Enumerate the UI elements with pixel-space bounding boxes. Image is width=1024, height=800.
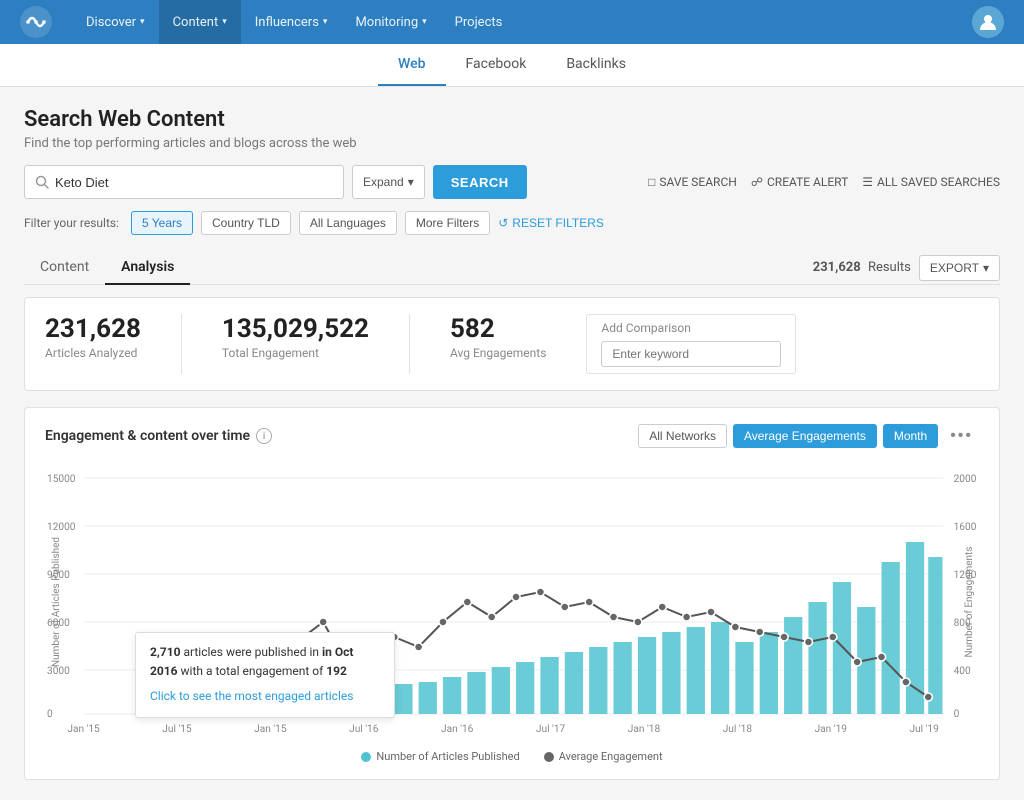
top-nav: Discover ▾ Content ▾ Influencers ▾ Monit… bbox=[0, 0, 1024, 44]
filter-more-filters[interactable]: More Filters bbox=[405, 211, 490, 235]
refresh-icon: ↺ bbox=[498, 216, 508, 230]
svg-text:12000: 12000 bbox=[47, 522, 76, 533]
svg-text:1600: 1600 bbox=[954, 522, 977, 533]
svg-text:Jul '15: Jul '15 bbox=[162, 724, 192, 735]
chart-title: Engagement & content over time i bbox=[45, 428, 272, 444]
stats-card: 231,628 Articles Analyzed 135,029,522 To… bbox=[24, 297, 1000, 391]
results-info: 231,628 Results EXPORT ▾ bbox=[813, 255, 1000, 281]
svg-text:400: 400 bbox=[954, 666, 971, 677]
svg-text:Jan '15: Jan '15 bbox=[254, 724, 287, 735]
avatar[interactable] bbox=[972, 6, 1004, 38]
page-title: Search Web Content bbox=[24, 107, 1000, 132]
chevron-down-icon: ▾ bbox=[140, 17, 145, 27]
svg-text:Jul '19: Jul '19 bbox=[910, 724, 939, 735]
legend-articles: Number of Articles Published bbox=[361, 750, 519, 763]
search-input-wrap bbox=[24, 165, 344, 199]
more-options-button[interactable]: ••• bbox=[944, 425, 979, 447]
all-saved-searches-button[interactable]: ☰ ALL SAVED SEARCHES bbox=[862, 175, 1000, 189]
comparison-box: Add Comparison bbox=[586, 314, 796, 374]
svg-text:Jul '17: Jul '17 bbox=[536, 724, 566, 735]
filter-row: Filter your results: 5 Years Country TLD… bbox=[24, 211, 1000, 235]
legend-engagement-dot bbox=[544, 752, 554, 762]
chart-tooltip: 2,710 articles were published in in Oct … bbox=[135, 632, 395, 718]
tab-backlinks[interactable]: Backlinks bbox=[546, 44, 646, 86]
stat-total-engagement: 135,029,522 Total Engagement bbox=[222, 314, 369, 360]
page-subtitle: Find the top performing articles and blo… bbox=[24, 136, 1000, 151]
nav-links: Discover ▾ Content ▾ Influencers ▾ Monit… bbox=[72, 0, 972, 44]
bookmark-icon: □ bbox=[648, 175, 655, 189]
svg-text:Number of Engagements: Number of Engagements bbox=[963, 547, 975, 658]
sub-nav: Web Facebook Backlinks bbox=[0, 44, 1024, 87]
chevron-down-icon: ▾ bbox=[222, 17, 227, 27]
chevron-down-icon: ▾ bbox=[422, 17, 427, 27]
nav-influencers[interactable]: Influencers ▾ bbox=[241, 0, 342, 44]
svg-text:Jan '16: Jan '16 bbox=[441, 724, 474, 735]
stat-divider-2 bbox=[409, 314, 410, 374]
nav-monitoring[interactable]: Monitoring ▾ bbox=[341, 0, 440, 44]
month-button[interactable]: Month bbox=[883, 424, 938, 448]
filter-5years[interactable]: 5 Years bbox=[131, 211, 193, 235]
chart-legend: Number of Articles Published Average Eng… bbox=[45, 750, 979, 763]
nav-content[interactable]: Content ▾ bbox=[159, 0, 241, 44]
svg-text:Number of Articles Published: Number of Articles Published bbox=[50, 537, 62, 667]
results-count: 231,628 Results bbox=[813, 260, 911, 275]
list-icon: ☰ bbox=[862, 175, 873, 189]
search-button[interactable]: SEARCH bbox=[433, 165, 527, 199]
tab-analysis[interactable]: Analysis bbox=[105, 251, 190, 285]
svg-text:Jul '16: Jul '16 bbox=[349, 724, 379, 735]
stat-avg-engagements: 582 Avg Engagements bbox=[450, 314, 546, 360]
search-icon bbox=[35, 175, 49, 189]
filter-label: Filter your results: bbox=[24, 216, 119, 230]
search-bar: Expand ▾ SEARCH □ SAVE SEARCH ☍ CREATE A… bbox=[24, 165, 1000, 199]
nav-projects[interactable]: Projects bbox=[441, 0, 517, 44]
chart-header: Engagement & content over time i All Net… bbox=[45, 424, 979, 448]
logo[interactable] bbox=[20, 6, 52, 38]
search-actions: □ SAVE SEARCH ☍ CREATE ALERT ☰ ALL SAVED… bbox=[648, 175, 1000, 189]
svg-text:Jul '18: Jul '18 bbox=[723, 724, 753, 735]
svg-text:0: 0 bbox=[954, 709, 960, 720]
tab-facebook[interactable]: Facebook bbox=[446, 44, 547, 86]
legend-articles-dot bbox=[361, 752, 371, 762]
svg-text:0: 0 bbox=[47, 709, 53, 720]
svg-text:15000: 15000 bbox=[47, 474, 76, 485]
content-tabs-row: Content Analysis 231,628 Results EXPORT … bbox=[24, 251, 1000, 285]
chevron-down-icon: ▾ bbox=[983, 261, 989, 275]
svg-text:Jan '15: Jan '15 bbox=[67, 724, 100, 735]
reset-filters-button[interactable]: ↺ RESET FILTERS bbox=[498, 216, 604, 230]
info-icon[interactable]: i bbox=[256, 428, 272, 444]
main-content: Search Web Content Find the top performi… bbox=[0, 87, 1024, 800]
legend-engagement: Average Engagement bbox=[544, 750, 663, 763]
tab-content[interactable]: Content bbox=[24, 251, 105, 285]
filter-all-languages[interactable]: All Languages bbox=[299, 211, 397, 235]
tooltip-link[interactable]: Click to see the most engaged articles bbox=[150, 689, 353, 703]
chevron-down-icon: ▾ bbox=[323, 17, 328, 27]
all-networks-button[interactable]: All Networks bbox=[638, 424, 727, 448]
stat-articles-analyzed: 231,628 Articles Analyzed bbox=[45, 314, 141, 360]
search-input[interactable] bbox=[55, 175, 333, 190]
tooltip-text: 2,710 articles were published in in Oct … bbox=[150, 643, 380, 681]
expand-button[interactable]: Expand ▾ bbox=[352, 165, 425, 199]
create-alert-button[interactable]: ☍ CREATE ALERT bbox=[751, 175, 848, 189]
svg-text:2000: 2000 bbox=[954, 474, 977, 485]
chart-card: Engagement & content over time i All Net… bbox=[24, 407, 1000, 780]
nav-discover[interactable]: Discover ▾ bbox=[72, 0, 159, 44]
chevron-down-icon: ▾ bbox=[408, 175, 414, 189]
comparison-input[interactable] bbox=[601, 341, 781, 367]
svg-text:Jan '18: Jan '18 bbox=[628, 724, 661, 735]
stat-divider bbox=[181, 314, 182, 374]
tab-web[interactable]: Web bbox=[378, 44, 445, 86]
bell-icon: ☍ bbox=[751, 175, 763, 189]
avg-engagements-button[interactable]: Average Engagements bbox=[733, 424, 877, 448]
save-search-button[interactable]: □ SAVE SEARCH bbox=[648, 175, 737, 189]
svg-text:Jan '19: Jan '19 bbox=[815, 724, 847, 735]
chart-area: 15000 12000 9000 6000 3000 0 2000 1600 1… bbox=[45, 462, 979, 742]
export-button[interactable]: EXPORT ▾ bbox=[919, 255, 1000, 281]
filter-country-tld[interactable]: Country TLD bbox=[201, 211, 291, 235]
chart-controls: All Networks Average Engagements Month •… bbox=[638, 424, 979, 448]
